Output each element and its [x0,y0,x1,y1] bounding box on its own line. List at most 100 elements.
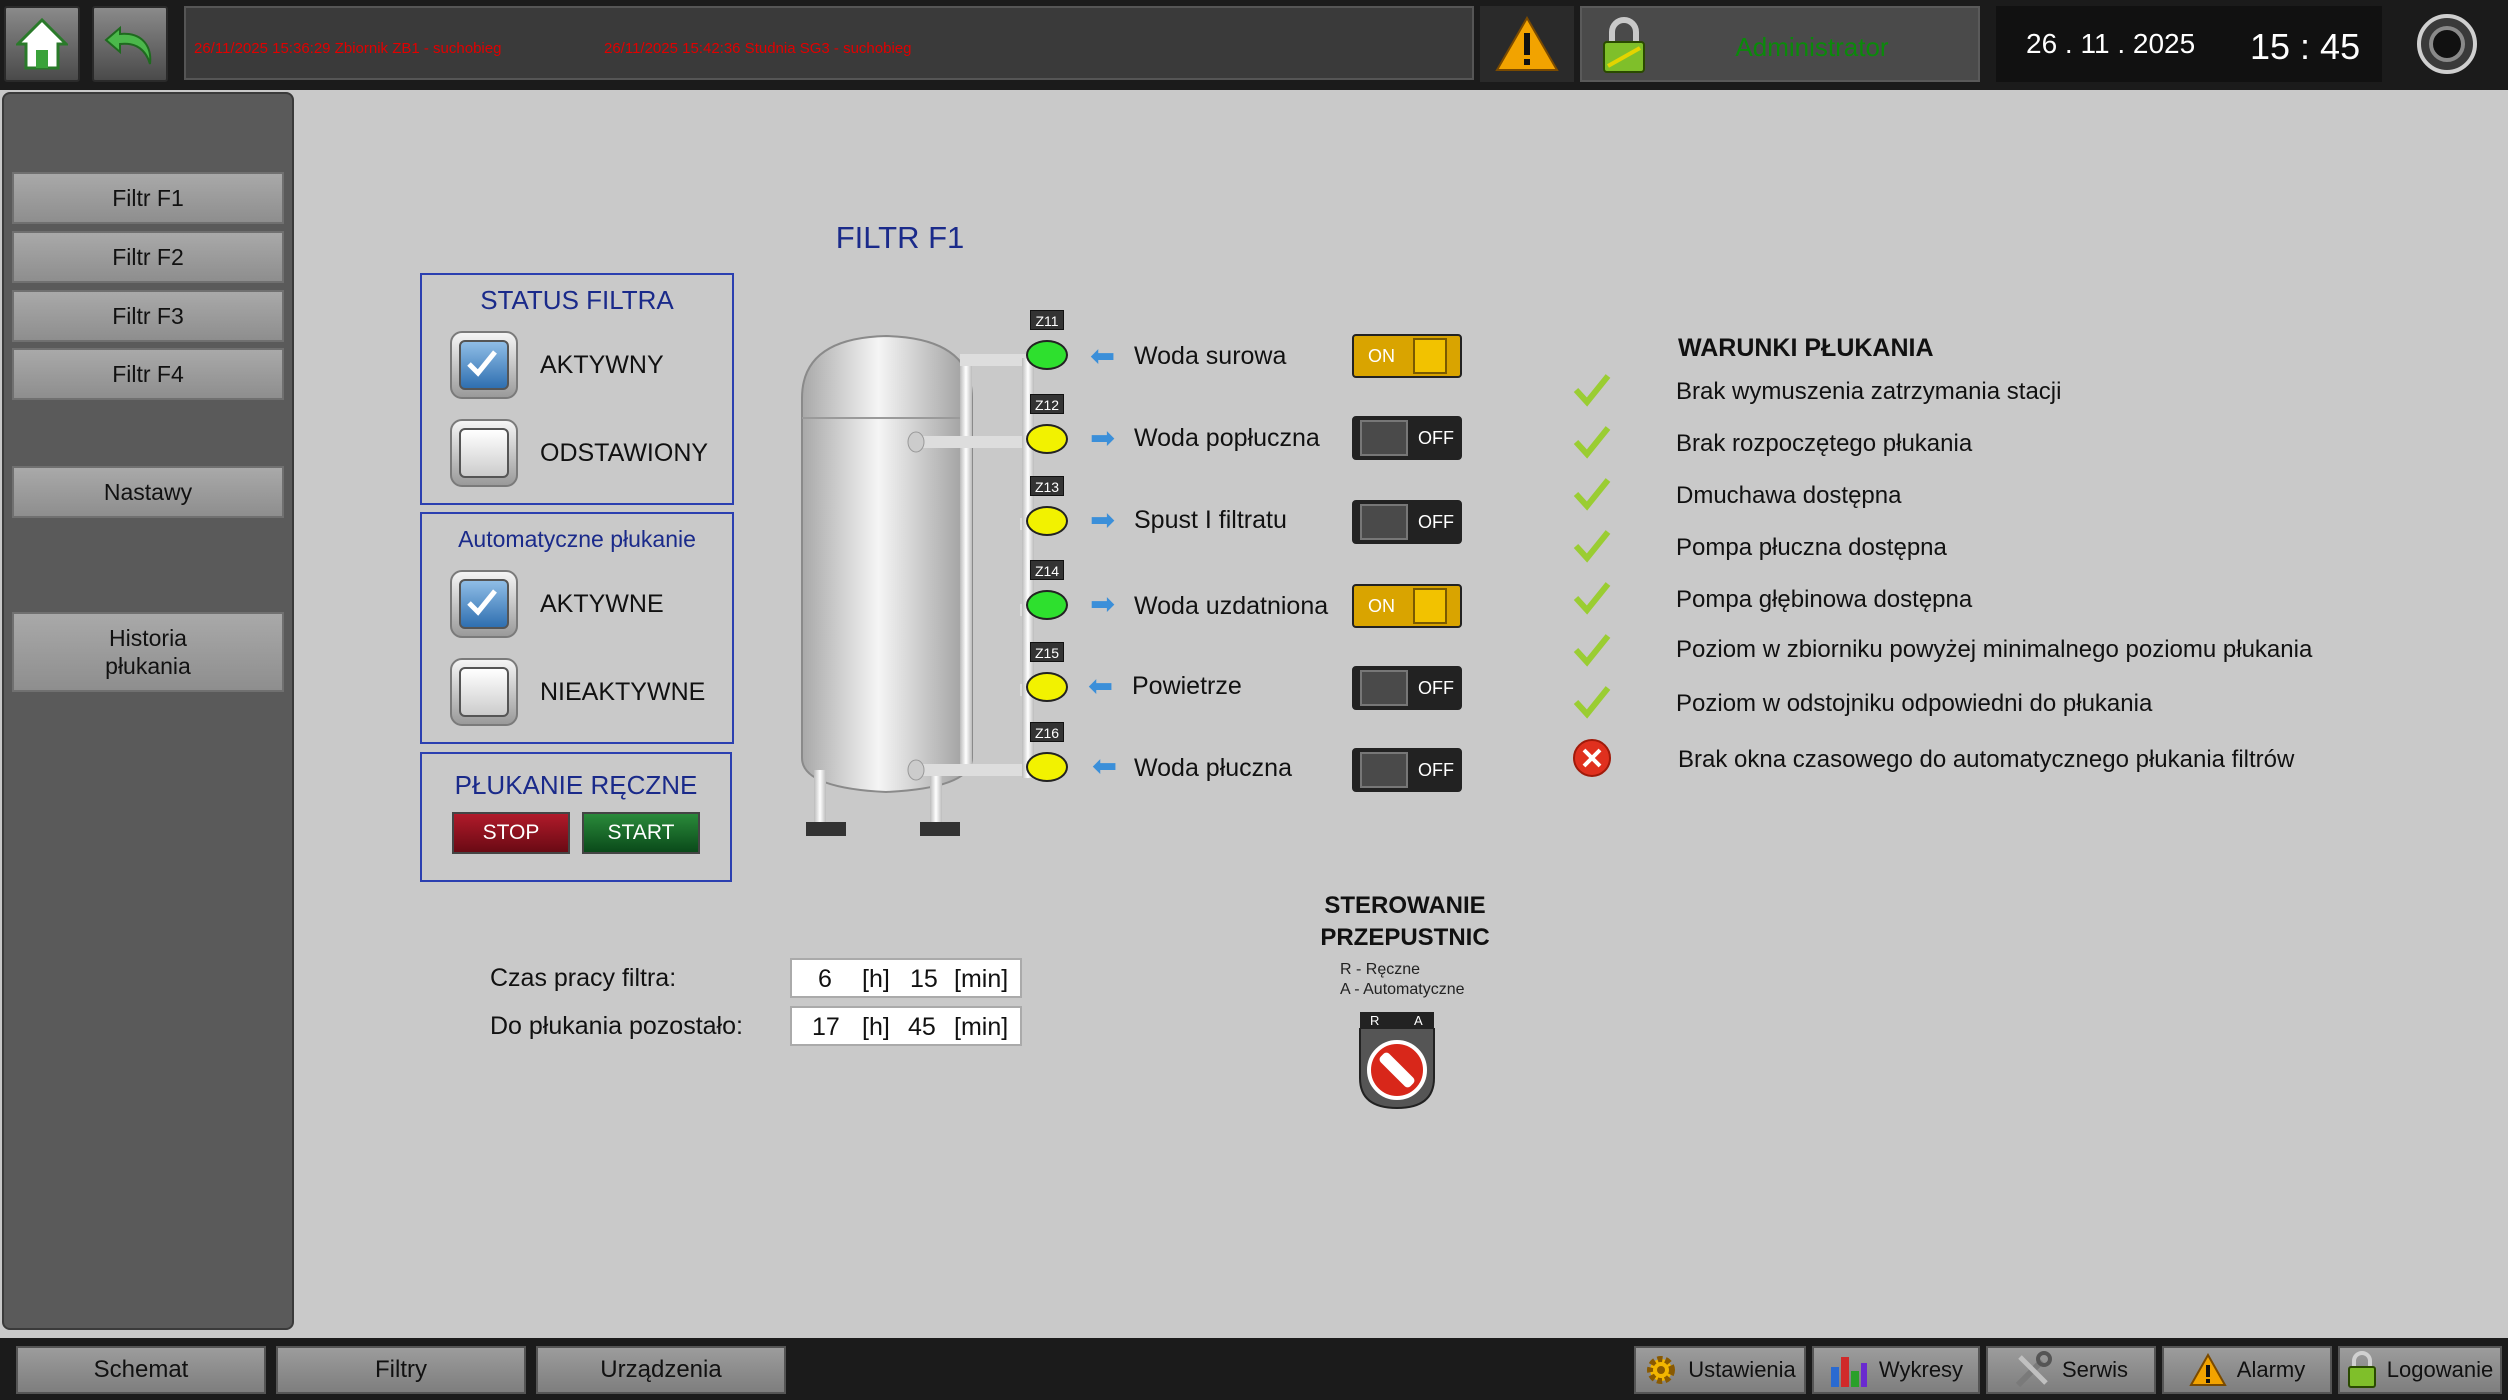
toggle-off[interactable]: OFF [1352,666,1462,710]
legend-r: R - Ręczne [1340,961,1421,978]
work-time-field[interactable]: 6 [h] 15 [min] [790,958,1022,998]
option-label: AKTYWNE [540,589,664,618]
checkbox-fill [459,579,509,629]
remain-hours-value: 17 [812,1013,840,1041]
power-icon [2417,14,2477,74]
date-time-box: 26 . 11 . 2025 15 : 45 [1996,6,2382,82]
time-display: 15 : 45 [2250,26,2361,67]
toggle-knob [1360,504,1408,540]
hours-unit: [h] [862,1013,890,1041]
checkbox-odstawiony[interactable] [450,419,518,487]
rotary-switch-icon [1359,1028,1435,1110]
sidebar-item-nastawy[interactable]: Nastawy [12,466,284,518]
option-aktywny[interactable]: AKTYWNY [450,331,664,399]
nav-filtry[interactable]: Filtry [276,1346,526,1394]
control-mode-switch[interactable]: R A [1356,1012,1438,1112]
conditions-title: WARUNKI PŁUKANIA [1678,334,1934,362]
toggle-knob [1413,338,1447,374]
checkbox-fill [459,667,509,717]
arrow-right-icon: ➡ [1090,422,1116,455]
user-name: Administrator [1735,32,1889,62]
sidebar: Filtr F1 Filtr F2 Filtr F3 Filtr F4 Nast… [2,92,294,1330]
checkbox-fill [459,340,509,390]
start-button[interactable]: START [582,812,700,854]
toggle-on[interactable]: ON [1352,334,1462,378]
wykresy-button[interactable]: Wykresy [1812,1346,1980,1394]
button-label: Serwis [2061,1357,2128,1382]
checkbox-aktywny[interactable] [450,331,518,399]
condition-text: Poziom w zbiorniku powyżej minimalnego p… [1676,636,2313,663]
checkbox-nieaktywne[interactable] [450,658,518,726]
valve-icon[interactable] [1026,672,1068,702]
toggle-state: OFF [1418,759,1454,780]
toggle-off[interactable]: OFF [1352,748,1462,792]
arrow-left-icon: ⬅ [1090,340,1116,373]
check-icon [1572,578,1612,618]
panel-title: PŁUKANIE RĘCZNE [454,770,698,800]
valve-tag: Z16 [1030,722,1064,742]
switch-a-label: A [1414,1013,1423,1028]
valve-tag: Z12 [1030,394,1064,414]
valve-icon[interactable] [1026,340,1068,370]
check-icon [1572,370,1612,410]
valve-icon[interactable] [1026,752,1068,782]
valve-tag: Z11 [1030,310,1064,330]
panel-title: STATUS FILTRA [480,285,674,315]
bottom-bar: Schemat Filtry Urządzenia Ustawienia Wyk… [0,1338,2508,1400]
remaining-time-field[interactable]: 17 [h] 45 [min] [790,1006,1022,1046]
toggle-state: ON [1368,345,1395,366]
power-button[interactable] [2392,6,2502,82]
button-label: Wykresy [1878,1357,1964,1382]
home-icon [16,17,68,70]
control-legend: R - Ręczne A - Automatyczne [1340,960,1465,1000]
back-button[interactable] [92,6,168,82]
date-display: 26 . 11 . 2025 [2026,28,2196,59]
valve-icon[interactable] [1026,506,1068,536]
alarm-message: 26/11/2025 15:36:29 Zbiornik ZB1 - sucho… [194,40,502,57]
ustawienia-button[interactable]: Ustawienia [1634,1346,1806,1394]
valve-label: Spust I filtratu [1134,506,1287,534]
valve-label: Woda popłuczna [1134,424,1320,452]
toggle-off[interactable]: OFF [1352,416,1462,460]
alarmy-button[interactable]: Alarmy [2162,1346,2332,1394]
nav-schemat[interactable]: Schemat [16,1346,266,1394]
warning-icon [2189,1353,2227,1386]
logowanie-button[interactable]: Logowanie [2338,1346,2502,1394]
sidebar-item-filtr-f1[interactable]: Filtr F1 [12,172,284,224]
padlock-icon [1603,17,1645,73]
top-bar: 26/11/2025 15:36:29 Zbiornik ZB1 - sucho… [0,0,2508,90]
hours-unit: [h] [862,965,890,993]
toggle-off[interactable]: OFF [1352,500,1462,544]
nav-urzadzenia[interactable]: Urządzenia [536,1346,786,1394]
user-login-box[interactable]: Administrator [1580,6,1980,82]
valve-icon[interactable] [1026,590,1068,620]
option-aktywne[interactable]: AKTYWNE [450,570,664,638]
alarm-strip[interactable]: 26/11/2025 15:36:29 Zbiornik ZB1 - sucho… [184,6,1474,80]
check-icon [1572,630,1612,670]
button-label: Alarmy [2236,1357,2306,1382]
control-title-line: PRZEPUSTNIC [1320,924,1490,951]
remaining-time-label: Do płukania pozostało: [490,1012,743,1040]
check-icon [1572,682,1612,722]
toggle-on[interactable]: ON [1352,584,1462,628]
valve-label: Woda uzdatniona [1134,592,1329,620]
condition-text: Dmuchawa dostępna [1676,482,1902,509]
error-x-icon [1572,738,1612,778]
automatyczne-plukanie-panel: Automatyczne płukanie AKTYWNE NIEAKTYWNE [420,512,734,744]
sidebar-item-filtr-f2[interactable]: Filtr F2 [12,231,284,283]
sidebar-item-historia-plukania[interactable]: Historia płukania [12,612,284,692]
condition-text: Brak wymuszenia zatrzymania stacji [1676,378,2062,405]
home-button[interactable] [4,6,80,82]
stop-button[interactable]: STOP [452,812,570,854]
condition-text: Brak okna czasowego do automatycznego pł… [1678,746,2295,773]
option-nieaktywne[interactable]: NIEAKTYWNE [450,658,705,726]
condition-text: Poziom w odstojniku odpowiedni do płukan… [1676,690,2153,717]
condition-text: Brak rozpoczętego płukania [1676,430,1973,457]
sidebar-item-filtr-f4[interactable]: Filtr F4 [12,348,284,400]
sidebar-item-filtr-f3[interactable]: Filtr F3 [12,290,284,342]
option-odstawiony[interactable]: ODSTAWIONY [450,419,708,487]
valve-icon[interactable] [1026,424,1068,454]
serwis-button[interactable]: Serwis [1986,1346,2156,1394]
alarm-warning-button[interactable] [1480,6,1574,82]
checkbox-aktywne[interactable] [450,570,518,638]
